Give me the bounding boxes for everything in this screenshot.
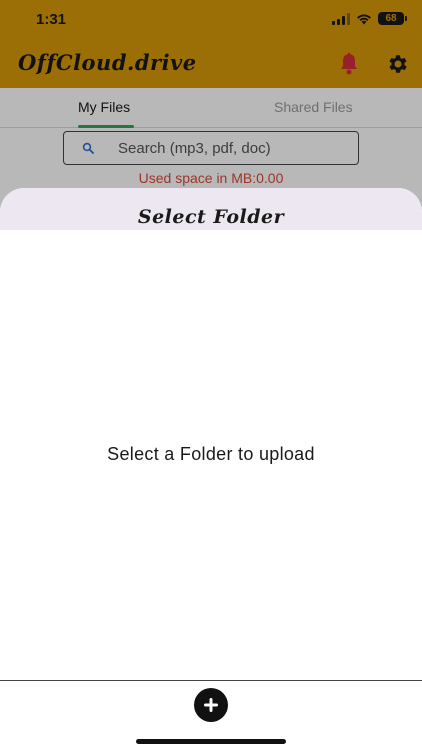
plus-icon xyxy=(204,698,218,712)
home-indicator xyxy=(136,739,286,744)
select-folder-sheet: Select Folder Select a Folder to upload xyxy=(0,188,422,750)
add-folder-button[interactable] xyxy=(194,688,228,722)
sheet-title: Select Folder xyxy=(137,206,285,228)
empty-folder-message: Select a Folder to upload xyxy=(107,444,315,464)
